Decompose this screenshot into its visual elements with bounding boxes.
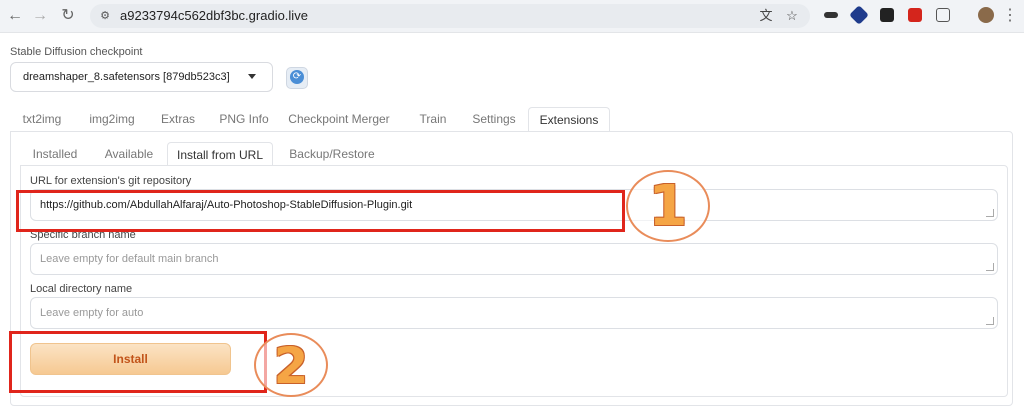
resize-handle-icon[interactable] (986, 317, 994, 325)
url-text[interactable]: a9233794c562dbf3bc.gradio.live (120, 8, 308, 23)
pdf-extension-icon[interactable] (908, 8, 922, 22)
checkpoint-value: dreamshaper_8.safetensors [879db523c3] (23, 71, 230, 83)
browser-toolbar: ← → ↻ ⚙ a9233794c562dbf3bc.gradio.live 文… (0, 0, 1024, 33)
checkpoint-label: Stable Diffusion checkpoint (10, 46, 143, 58)
tab-extensions[interactable]: Extensions (528, 107, 610, 132)
tab-img2img[interactable]: img2img (78, 107, 146, 132)
branch-placeholder: Leave empty for default main branch (40, 253, 219, 265)
step-1-marker: 1 (626, 170, 710, 242)
step-2-marker: 2 (254, 333, 328, 397)
site-info-icon[interactable]: ⚙ (98, 9, 112, 23)
subtab-available[interactable]: Available (94, 142, 164, 166)
reload-icon[interactable]: ↻ (58, 6, 78, 26)
subtab-backup-restore[interactable]: Backup/Restore (277, 142, 387, 166)
refresh-icon: ⟳ (290, 70, 304, 84)
tab-txt2img[interactable]: txt2img (10, 107, 74, 132)
highlight-box-url (16, 190, 625, 232)
tab-settings[interactable]: Settings (464, 107, 524, 132)
directory-placeholder: Leave empty for auto (40, 307, 144, 319)
extensions-puzzle-icon[interactable] (936, 8, 950, 22)
address-bar[interactable]: ⚙ a9233794c562dbf3bc.gradio.live 文 ☆ (90, 4, 810, 28)
highlight-box-install (9, 331, 267, 393)
directory-input[interactable]: Leave empty for auto (30, 297, 998, 329)
tab-train[interactable]: Train (406, 107, 460, 132)
tab-png-info[interactable]: PNG Info (210, 107, 278, 132)
checkpoint-dropdown[interactable]: dreamshaper_8.safetensors [879db523c3] (10, 62, 273, 92)
forward-arrow-icon[interactable]: → (30, 6, 50, 26)
back-arrow-icon[interactable]: ← (5, 6, 25, 26)
directory-field-label: Local directory name (30, 283, 133, 295)
url-field-label: URL for extension's git repository (30, 175, 192, 187)
step-1-number: 1 (648, 174, 688, 239)
profile-avatar[interactable] (978, 7, 994, 23)
resize-handle-icon[interactable] (986, 209, 994, 217)
tab-checkpoint-merger[interactable]: Checkpoint Merger (282, 107, 396, 132)
extension-icon[interactable] (824, 12, 838, 18)
subtab-install-from-url[interactable]: Install from URL (167, 142, 273, 166)
subtab-installed[interactable]: Installed (20, 142, 90, 166)
bookmark-star-icon[interactable]: ☆ (784, 8, 800, 24)
resize-handle-icon[interactable] (986, 263, 994, 271)
extension-hex-icon[interactable] (849, 5, 869, 25)
menu-kebab-icon[interactable]: ⋮ (1000, 6, 1020, 26)
step-2-number: 2 (273, 337, 309, 395)
translate-icon[interactable]: 文 (758, 8, 774, 24)
refresh-checkpoint-button[interactable]: ⟳ (286, 67, 308, 89)
tab-extras[interactable]: Extras (150, 107, 206, 132)
chevron-down-icon (248, 74, 256, 79)
branch-input[interactable]: Leave empty for default main branch (30, 243, 998, 275)
extension-box-icon[interactable] (880, 8, 894, 22)
